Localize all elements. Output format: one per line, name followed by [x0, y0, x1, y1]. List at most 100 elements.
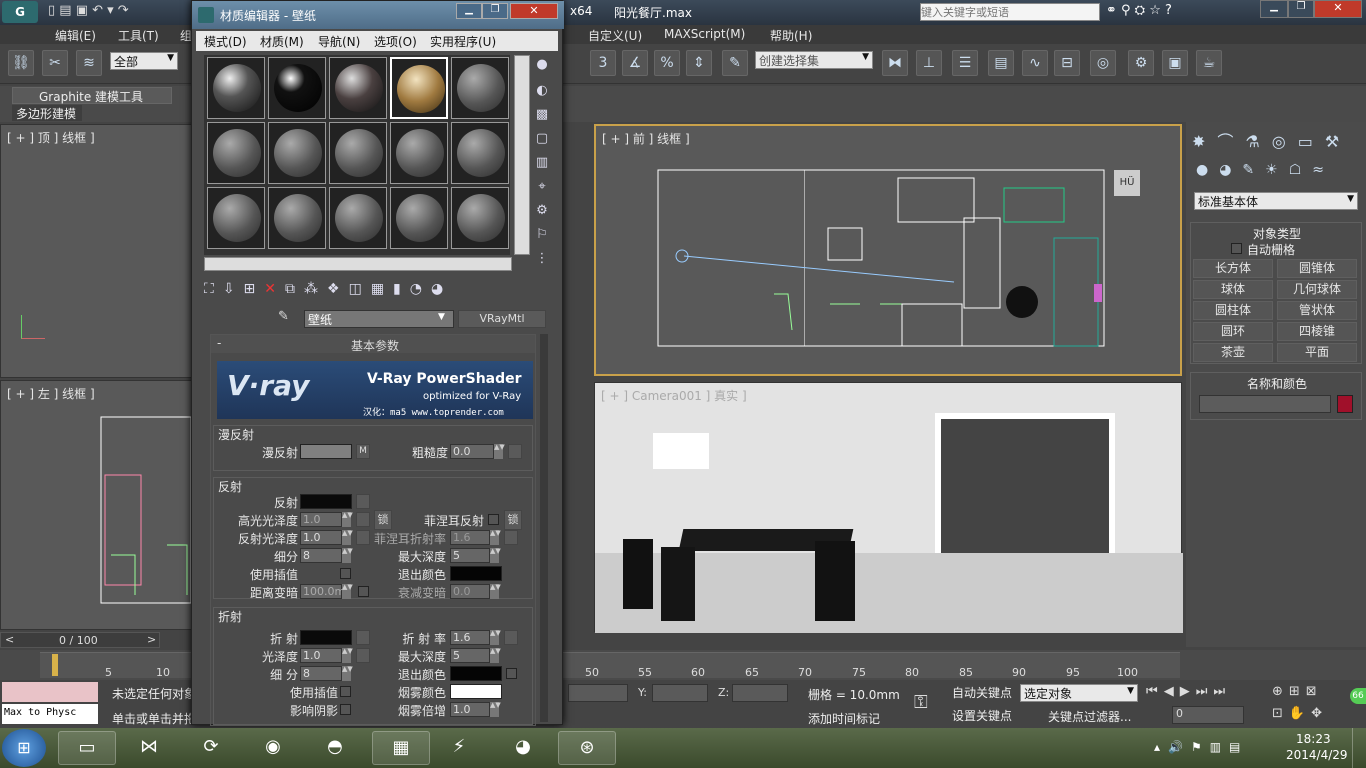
go-sibling-icon[interactable]: ◕	[431, 281, 452, 297]
subdiv-spinner[interactable]: ▲▼	[342, 548, 353, 563]
add-time-tag[interactable]: 添加时间标记	[808, 710, 880, 727]
edit-named-sets-icon[interactable]: ✎	[722, 50, 748, 76]
align-icon[interactable]: ⊥	[916, 50, 942, 76]
scene-explorer-icon[interactable]: ▤	[988, 50, 1014, 76]
unique-icon[interactable]: ⁂	[304, 281, 327, 297]
refl-gloss-map-button[interactable]	[356, 530, 370, 545]
acrobat-icon[interactable]: ◕	[494, 731, 552, 765]
cmd-tab-icons[interactable]: ✸⌒⚗◎▭⚒	[1192, 128, 1351, 152]
torus-button[interactable]: 圆环	[1193, 322, 1273, 341]
refl-gloss-field[interactable]: 1.0	[300, 530, 342, 545]
background-icon[interactable]: ▩	[532, 105, 552, 125]
bind-icon[interactable]: ≋	[76, 50, 102, 76]
render-setup-icon[interactable]: ⚙	[1128, 50, 1154, 76]
time-slider[interactable]: < 0 / 100 >	[0, 632, 160, 648]
fresnel-ior-spinner[interactable]: ▲▼	[490, 530, 501, 545]
tube-button[interactable]: 管状体	[1277, 301, 1357, 320]
rollout-header[interactable]: - 基本参数	[211, 335, 535, 353]
use-interp-checkbox[interactable]	[340, 568, 351, 579]
app-logo-icon[interactable]: G	[2, 1, 38, 23]
menu-customize[interactable]: 自定义(U)	[588, 27, 642, 44]
ribbon-subtab[interactable]: 多边形建模	[12, 105, 82, 121]
menu-tools[interactable]: 工具(T)	[118, 27, 159, 44]
snap-3d-icon[interactable]: 3	[590, 50, 616, 76]
eyedropper-icon[interactable]: ✎	[278, 309, 296, 327]
viewport-label[interactable]: [ + ] 顶 ] 线框 ]	[7, 129, 95, 146]
sample-slot[interactable]	[207, 57, 265, 119]
minimize-button[interactable]: ▁	[1260, 0, 1288, 18]
viewport-left[interactable]: [ + ] 左 ] 线框 ]	[0, 380, 192, 630]
max-depth-spinner[interactable]: ▲▼	[490, 548, 501, 563]
fog-color-swatch[interactable]	[450, 684, 502, 699]
named-selection-dropdown[interactable]: 创建选择集 ▼	[755, 51, 873, 69]
backlight-icon[interactable]: ◐	[532, 81, 552, 101]
menu-help[interactable]: 帮助(H)	[770, 27, 812, 44]
fresnel-lock-button[interactable]: 锁	[504, 510, 522, 530]
refract-swatch[interactable]	[300, 630, 352, 645]
geosphere-button[interactable]: 几何球体	[1277, 280, 1357, 299]
cmd-subtab-icons[interactable]: ●◕✎☀☖≈	[1196, 162, 1335, 178]
fresnel-checkbox[interactable]	[488, 514, 499, 525]
max-depth-field[interactable]: 5	[450, 548, 490, 563]
select-by-material-icon[interactable]: ⚐	[532, 225, 552, 245]
sample-vscrollbar[interactable]	[514, 55, 530, 255]
sample-slot[interactable]	[451, 122, 509, 184]
chevron-down-icon[interactable]: ▼	[438, 312, 445, 322]
selection-filter-dropdown[interactable]: 全部 ▼	[110, 52, 178, 70]
y-coord-field[interactable]	[652, 684, 708, 702]
viewport-top[interactable]: [ + ] 顶 ] 线框 ]	[0, 124, 192, 378]
layer-icon[interactable]: ☰	[952, 50, 978, 76]
cone-button[interactable]: 圆锥体	[1277, 259, 1357, 278]
sample-slot[interactable]	[390, 187, 448, 249]
show-desktop-button[interactable]	[1352, 728, 1366, 768]
mirror-icon[interactable]: ⧓	[882, 50, 908, 76]
start-button[interactable]: ⊞	[2, 729, 46, 767]
sample-slot[interactable]	[207, 187, 265, 249]
r-maxdepth-field[interactable]: 5	[450, 648, 490, 663]
medit-maximize-button[interactable]: ❐	[482, 3, 508, 19]
orbit-pan-icons[interactable]: ⊡✋✥	[1272, 706, 1328, 721]
fog-mult-spinner[interactable]: ▲▼	[490, 702, 501, 717]
put-to-scene-icon[interactable]: ⇩	[223, 281, 244, 297]
vs-icon[interactable]: ⋈	[120, 731, 178, 765]
sync-icon[interactable]: ⟳	[182, 731, 240, 765]
hilight-map-button[interactable]	[356, 512, 370, 527]
r-exit-swatch[interactable]	[450, 666, 502, 681]
r-gloss-map-button[interactable]	[356, 648, 370, 663]
dim-distance-spinner[interactable]: ▲▼	[342, 584, 353, 599]
percent-snap-icon[interactable]: %	[654, 50, 680, 76]
menu-options[interactable]: 选项(O)	[374, 33, 417, 50]
fog-mult-field[interactable]: 1.0	[450, 702, 490, 717]
go-parent-icon[interactable]: ◔	[410, 281, 431, 297]
show-map-icon[interactable]: ▦	[371, 281, 393, 297]
maxscript-field[interactable]: Max to Physc	[2, 704, 98, 724]
thunder-icon[interactable]: ⚡	[430, 731, 488, 765]
x-coord-field[interactable]	[568, 684, 628, 702]
r-maxdepth-spinner[interactable]: ▲▼	[490, 648, 501, 663]
collapse-icon[interactable]: -	[217, 336, 221, 350]
sample-slot[interactable]	[268, 122, 326, 184]
dim-falloff-field[interactable]: 0.0	[450, 584, 490, 599]
viewport-label[interactable]: [ + ] Camera001 ] 真实 ]	[601, 387, 747, 404]
schematic-view-icon[interactable]: ⊟	[1054, 50, 1080, 76]
material-type-button[interactable]: VRayMtl	[458, 310, 546, 328]
sample-slot[interactable]	[329, 122, 387, 184]
viewport-front[interactable]: [ + ] 前 ] 线框 ] HÜ	[594, 124, 1182, 376]
office-icon[interactable]: ▦	[372, 731, 430, 765]
box-button[interactable]: 长方体	[1193, 259, 1273, 278]
object-name-field[interactable]	[1199, 395, 1331, 413]
key-icon[interactable]: ⚿	[914, 692, 928, 713]
tray-icons[interactable]: ▴🔊⚑▥▤	[1154, 740, 1248, 754]
r-subdiv-field[interactable]: 8	[300, 666, 342, 681]
rollout-title[interactable]: 名称和颜色	[1191, 375, 1363, 392]
sample-slot[interactable]	[451, 187, 509, 249]
selected-dropdown[interactable]: 选定对象 ▼	[1020, 684, 1138, 702]
player-icon[interactable]: ◓	[306, 731, 364, 765]
key-filter-button[interactable]: 关键点过滤器...	[1048, 708, 1131, 725]
z-coord-field[interactable]	[732, 684, 788, 702]
roughness-spinner[interactable]: ▲▼	[494, 444, 505, 459]
diffuse-swatch[interactable]	[300, 444, 352, 459]
assign-icon[interactable]: ⊞	[244, 281, 265, 297]
menu-edit[interactable]: 编辑(E)	[55, 27, 96, 44]
reflect-map-button[interactable]	[356, 494, 370, 509]
